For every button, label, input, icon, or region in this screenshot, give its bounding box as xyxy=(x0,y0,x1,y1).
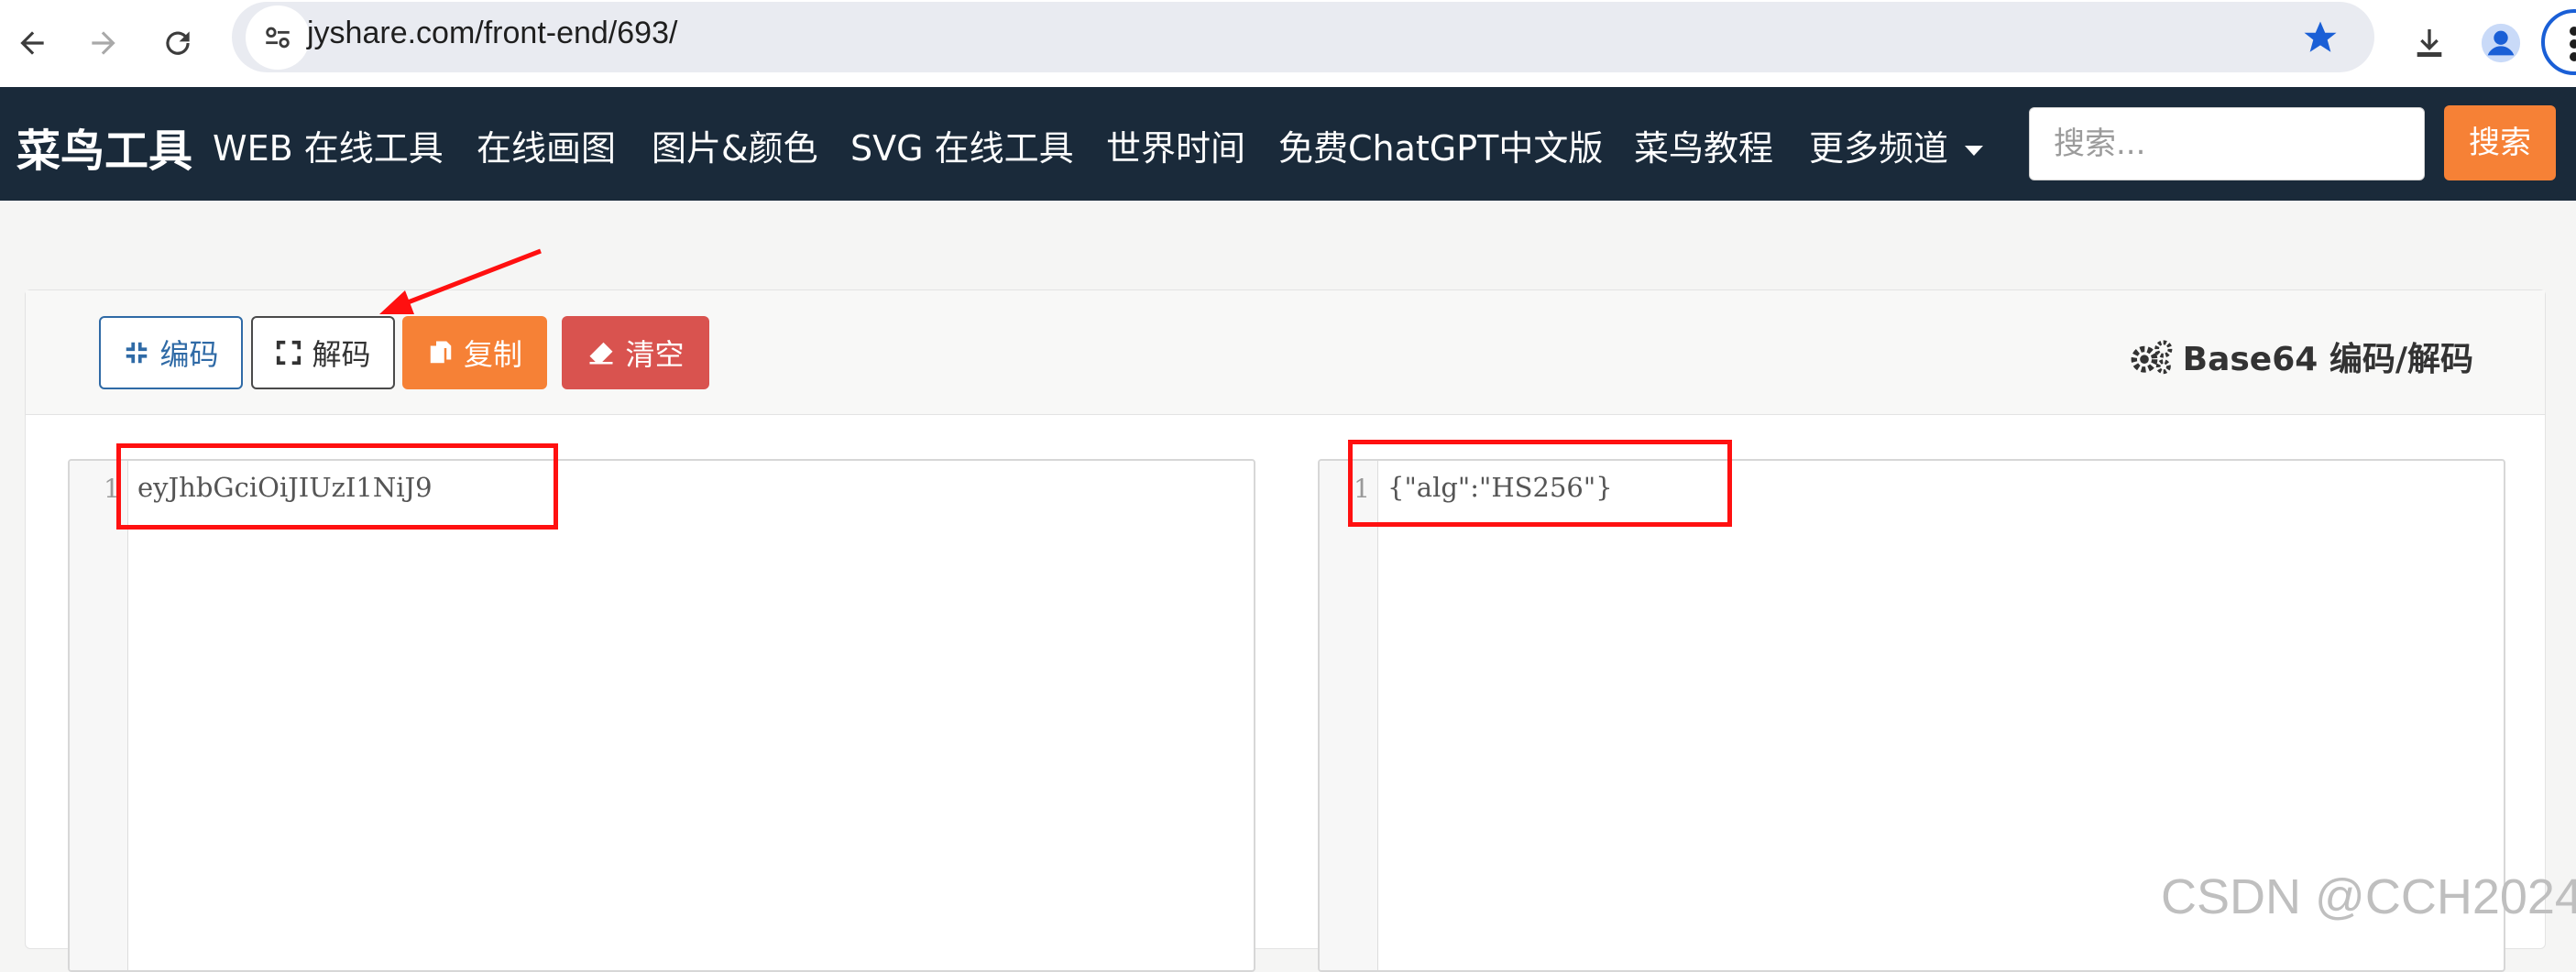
nav-item-chatgpt[interactable]: 免费ChatGPT中文版 xyxy=(1278,120,1603,170)
reload-icon[interactable] xyxy=(146,11,210,75)
site-logo[interactable]: 菜鸟工具 xyxy=(16,115,192,179)
tool-title-text: Base64 编码/解码 xyxy=(2182,341,2473,378)
nav-item-world-time[interactable]: 世界时间 xyxy=(1106,120,1245,170)
copy-button[interactable]: 复制 xyxy=(402,316,547,389)
tool-title: Base64 编码/解码 xyxy=(2130,333,2473,380)
nav-item-image-color[interactable]: 图片&颜色 xyxy=(652,120,818,170)
bookmark-star-icon[interactable] xyxy=(2301,18,2340,61)
search-input[interactable]: 搜索... xyxy=(2029,107,2425,180)
decode-button[interactable]: 解码 xyxy=(251,316,395,389)
nav-item-drawing[interactable]: 在线画图 xyxy=(477,120,616,170)
watermark: CSDN @CCH2024 xyxy=(2161,869,2576,924)
nav-item-web-tools[interactable]: WEB 在线工具 xyxy=(213,120,444,170)
site-navbar: 菜鸟工具 WEB 在线工具 在线画图 图片&颜色 SVG 在线工具 世界时间 免… xyxy=(0,87,2576,201)
search-button[interactable]: 搜索 xyxy=(2444,105,2556,180)
decode-button-label: 解码 xyxy=(312,337,371,372)
output-highlight-box xyxy=(1348,440,1732,527)
compress-icon xyxy=(126,342,148,364)
expand-icon xyxy=(277,340,301,366)
input-highlight-box xyxy=(116,443,558,530)
nav-item-more[interactable]: 更多频道 xyxy=(1809,120,1984,170)
browser-toolbar: jyshare.com/front-end/693/ xyxy=(0,0,2576,87)
encode-button[interactable]: 编码 xyxy=(99,316,243,389)
clear-button-label: 清空 xyxy=(625,337,685,372)
copy-button-label: 复制 xyxy=(463,337,522,372)
clear-button[interactable]: 清空 xyxy=(562,316,709,389)
site-settings-icon[interactable] xyxy=(246,5,310,70)
nav-item-more-label: 更多频道 xyxy=(1809,128,1949,169)
nav-item-svg-tools[interactable]: SVG 在线工具 xyxy=(850,120,1074,170)
nav-item-tutorial[interactable]: 菜鸟教程 xyxy=(1634,120,1773,170)
forward-icon[interactable] xyxy=(71,11,136,75)
annotation-arrow-icon xyxy=(379,248,542,314)
url-text: jyshare.com/front-end/693/ xyxy=(307,16,678,50)
output-editor-gutter: 1 xyxy=(1320,461,1378,970)
input-editor[interactable]: 1 eyJhbGciOiJIUzI1NiJ9 xyxy=(68,459,1255,972)
encode-button-label: 编码 xyxy=(159,337,219,372)
base64-tool-panel: 编码 解码 复制 清空 Base64 编码/解码 1 eyJhbGciOiJIU… xyxy=(25,289,2546,972)
menu-icon[interactable] xyxy=(2541,9,2576,75)
caret-down-icon xyxy=(1965,146,1984,156)
back-icon[interactable] xyxy=(0,11,64,75)
copy-icon xyxy=(430,341,452,364)
profile-avatar-icon[interactable] xyxy=(2469,11,2533,75)
input-editor-gutter: 1 xyxy=(70,461,128,970)
gears-icon xyxy=(2131,340,2173,375)
eraser-icon xyxy=(589,342,613,365)
download-icon[interactable] xyxy=(2397,11,2461,75)
